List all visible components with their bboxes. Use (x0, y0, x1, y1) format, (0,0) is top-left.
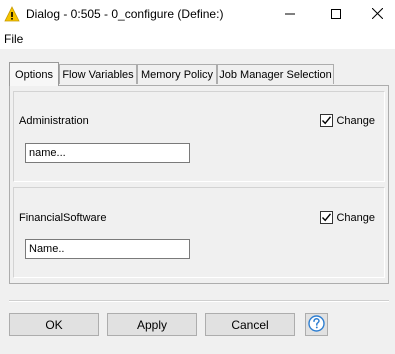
ok-button-label: OK (45, 317, 63, 332)
apply-button[interactable]: Apply (107, 313, 197, 336)
tab-memory-policy[interactable]: Memory Policy (137, 64, 217, 84)
administration-input[interactable] (25, 143, 190, 163)
change-toggle[interactable]: Change (320, 114, 375, 127)
separator (9, 300, 389, 302)
maximize-button[interactable] (313, 0, 359, 29)
cancel-button-label: Cancel (231, 317, 269, 332)
apply-button-label: Apply (136, 317, 168, 332)
field-group-financialsoftware: FinancialSoftware Change (13, 187, 385, 278)
options-panel: Administration Change FinancialSoftware (9, 85, 389, 284)
menu-bar: File (0, 29, 395, 49)
close-button[interactable] (359, 0, 395, 29)
financialsoftware-input[interactable] (25, 239, 190, 259)
change-label: Change (336, 114, 375, 127)
change-toggle[interactable]: Change (320, 211, 375, 224)
checkmark-icon (322, 213, 332, 222)
tab-flow-variables[interactable]: Flow Variables (59, 64, 137, 84)
maximize-icon (331, 8, 341, 22)
tab-memory-policy-label: Memory Policy (140, 68, 214, 81)
tab-strip: Options Flow Variables Memory Policy Job… (9, 62, 389, 86)
tab-job-manager-selection[interactable]: Job Manager Selection (217, 64, 334, 84)
change-label: Change (336, 211, 375, 224)
title-bar[interactable]: Dialog - 0:505 - 0_configure (Define:) (0, 0, 395, 29)
field-label: Administration (19, 115, 89, 127)
tab-flow-variables-label: Flow Variables (62, 68, 134, 81)
cancel-button[interactable]: Cancel (205, 313, 295, 336)
close-icon (371, 7, 383, 22)
field-label: FinancialSoftware (19, 212, 107, 224)
tab-options-label: Options (15, 68, 53, 81)
minimize-icon (285, 8, 295, 22)
change-checkbox[interactable] (320, 114, 334, 127)
change-checkbox[interactable] (320, 211, 334, 224)
help-icon (308, 314, 325, 335)
field-group-administration: Administration Change (13, 91, 385, 182)
help-button[interactable] (305, 313, 328, 336)
tab-options[interactable]: Options (9, 62, 59, 86)
checkmark-icon (322, 116, 332, 125)
window-title: Dialog - 0:505 - 0_configure (Define:) (26, 7, 224, 21)
menu-file[interactable]: File (4, 32, 23, 46)
ok-button[interactable]: OK (9, 313, 99, 336)
dialog-window: Dialog - 0:505 - 0_configure (Define:) F… (0, 0, 395, 354)
minimize-button[interactable] (267, 0, 313, 29)
warning-triangle-icon (4, 6, 20, 22)
tab-job-manager-selection-label: Job Manager Selection (219, 68, 332, 81)
